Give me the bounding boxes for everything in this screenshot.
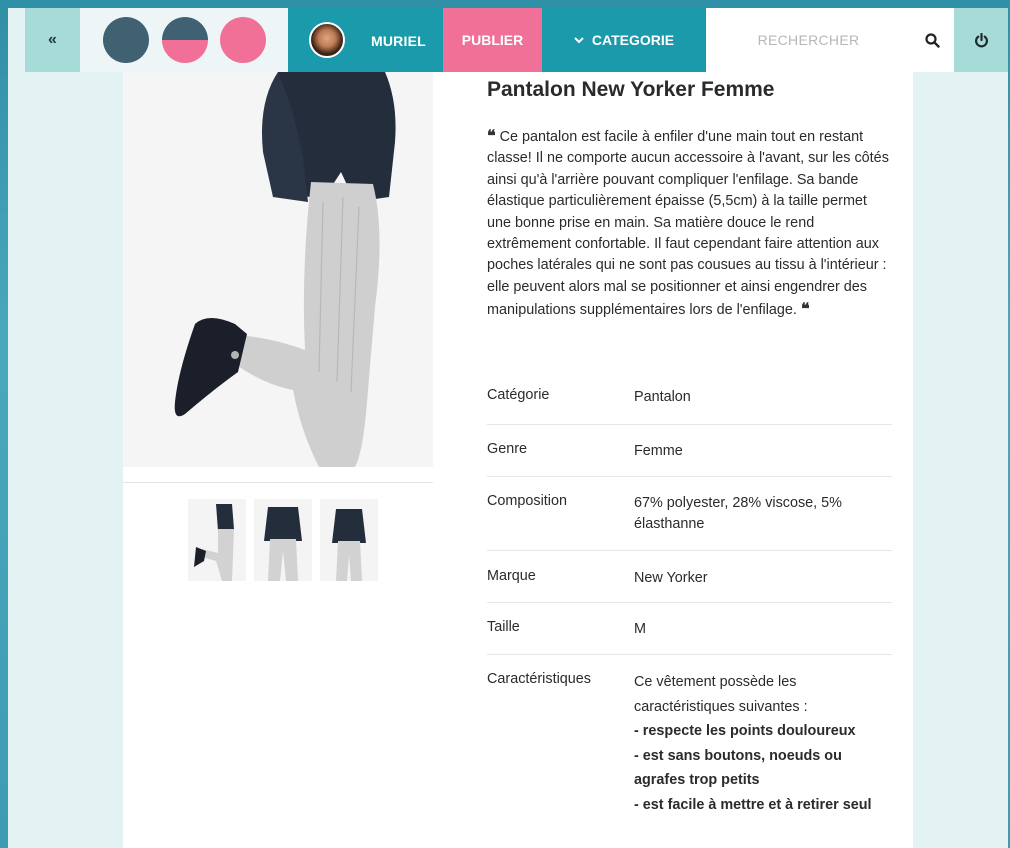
thumbnail-front-view[interactable] — [320, 499, 378, 581]
characteristic-item: - respecte les points douloureux — [634, 723, 856, 739]
spec-value: Pantalon — [634, 389, 691, 405]
color-theme-selector — [80, 8, 288, 72]
gallery-divider — [123, 482, 433, 483]
chevron-down-icon — [574, 36, 584, 43]
search-box — [706, 8, 954, 72]
logout-button[interactable] — [954, 8, 1008, 72]
search-icon — [925, 32, 940, 48]
spec-row-category: Catégorie Pantalon — [487, 373, 892, 425]
characteristic-item: - est facile à mettre et à retirer seul — [634, 796, 872, 813]
theme-swatch-dark-blue[interactable] — [103, 17, 149, 63]
spec-label: Catégorie — [487, 387, 550, 403]
spec-row-composition: Composition 67% polyester, 28% viscose, … — [487, 477, 892, 551]
user-profile-tab[interactable]: MURIEL — [288, 8, 443, 72]
spec-row-characteristics: Caractéristiques Ce vêtement possède les… — [487, 655, 892, 848]
quote-open-icon: ❝ — [487, 126, 496, 145]
spec-label: Taille — [487, 619, 520, 635]
characteristic-item: - est sans boutons, noeuds ou agrafes tr… — [634, 747, 842, 789]
specs-table: Catégorie Pantalon Genre Femme Compositi… — [487, 373, 892, 848]
theme-swatch-blue-pink[interactable] — [162, 17, 208, 63]
publish-button[interactable]: PUBLIER — [443, 8, 542, 72]
spec-row-brand: Marque New Yorker — [487, 551, 892, 603]
product-main-image — [123, 72, 433, 467]
product-detail-card: Pantalon New Yorker Femme ❝ Ce pantalon … — [123, 72, 913, 848]
thumbnail-side-pose[interactable] — [188, 499, 246, 581]
thumbnail-back-view[interactable] — [254, 499, 312, 581]
characteristics-list: Ce vêtement possède les caractéristiques… — [634, 670, 892, 817]
user-name: MURIEL — [371, 33, 426, 49]
category-dropdown[interactable]: CATEGORIE — [542, 8, 706, 72]
spec-label: Composition — [487, 493, 567, 509]
spec-row-gender: Genre Femme — [487, 425, 892, 477]
double-chevron-left-icon: « — [48, 31, 57, 48]
spec-value: 67% polyester, 28% viscose, 5% élasthann… — [634, 495, 842, 532]
product-description: ❝ Ce pantalon est facile à enfiler d'une… — [487, 125, 892, 322]
category-label: CATEGORIE — [591, 32, 675, 48]
spec-row-size: Taille M — [487, 603, 892, 655]
thumbnail-strip — [188, 499, 378, 581]
spec-label: Marque — [487, 568, 536, 584]
app-viewport: « MURIEL PUBLIER CATEGORIE RECHERCHER Pa… — [8, 8, 1008, 848]
spec-label: Genre — [487, 441, 527, 457]
search-button[interactable] — [911, 8, 954, 72]
spec-value: M — [634, 621, 646, 637]
product-photo-illustration — [123, 72, 433, 467]
top-navigation-bar: « MURIEL PUBLIER CATEGORIE — [8, 8, 1008, 72]
avatar — [309, 22, 345, 58]
spec-value: New Yorker — [634, 570, 708, 586]
theme-swatch-pink[interactable] — [220, 17, 266, 63]
description-text: Ce pantalon est facile à enfiler d'une m… — [487, 129, 889, 319]
product-title: Pantalon New Yorker Femme — [487, 78, 775, 101]
characteristics-intro: Ce vêtement possède les caractéristiques… — [634, 674, 808, 715]
power-icon — [974, 32, 988, 47]
collapse-menu-button[interactable]: « — [25, 8, 80, 72]
spec-label: Caractéristiques — [487, 671, 591, 687]
search-input[interactable] — [706, 8, 911, 72]
quote-close-icon: ❝ — [800, 299, 810, 319]
publish-label: PUBLIER — [461, 32, 524, 48]
spec-value: Femme — [634, 443, 683, 459]
